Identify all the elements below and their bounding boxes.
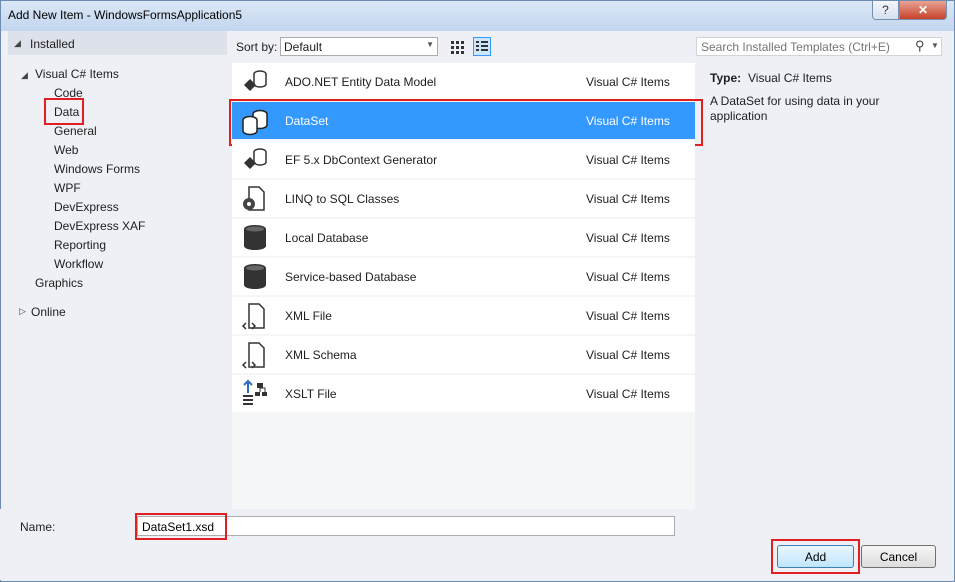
window-title: Add New Item - WindowsFormsApplication5 [8, 8, 243, 22]
help-icon: ? [882, 3, 889, 17]
xslt-icon [243, 379, 267, 405]
template-name: Service-based Database [285, 270, 417, 284]
close-icon: ✕ [917, 3, 929, 17]
list-view-button[interactable] [473, 37, 491, 56]
xml-file-icon [241, 342, 265, 369]
tree-item-wpf[interactable]: WPF [54, 181, 81, 195]
name-highlight-box [135, 513, 227, 540]
tree-item-general[interactable]: General [54, 124, 97, 138]
installed-label: Installed [30, 37, 75, 51]
tree-item-reporting[interactable]: Reporting [54, 238, 106, 252]
linq-icon [243, 186, 265, 211]
collapse-arrow-icon[interactable]: ◢ [14, 38, 21, 49]
tree-item-devexpress-xaf[interactable]: DevExpress XAF [54, 219, 145, 233]
template-name: Local Database [285, 231, 369, 245]
template-category: Visual C# Items [586, 270, 670, 284]
grid-view-icon [451, 41, 464, 54]
cancel-button[interactable]: Cancel [861, 545, 936, 568]
database-icon [244, 225, 266, 250]
template-name: XML Schema [285, 348, 357, 362]
template-item[interactable]: XML Schema Visual C# Items [232, 336, 695, 373]
entity-model-icon [244, 148, 267, 169]
template-category: Visual C# Items [586, 75, 670, 89]
sort-by-select[interactable]: Default ▼ [280, 37, 438, 56]
search-icon[interactable]: ⚲ [915, 38, 925, 54]
template-item[interactable]: LINQ to SQL Classes Visual C# Items [232, 180, 695, 217]
tree-item-graphics[interactable]: Graphics [35, 276, 83, 290]
template-name: LINQ to SQL Classes [285, 192, 400, 206]
detail-description: A DataSet for using data in your applica… [710, 94, 880, 123]
grid-view-button[interactable] [448, 37, 466, 56]
sort-by-label: Sort by: [236, 40, 278, 54]
sort-by-value: Default [284, 40, 323, 54]
template-category: Visual C# Items [586, 153, 670, 167]
template-item[interactable]: Local Database Visual C# Items [232, 219, 695, 256]
template-name: EF 5.x DbContext Generator [285, 153, 438, 167]
template-category: Visual C# Items [586, 309, 670, 323]
template-name: XML File [285, 309, 332, 323]
template-name: ADO.NET Entity Data Model [285, 75, 437, 89]
tree-item-visual-csharp-items[interactable]: Visual C# Items [35, 67, 119, 81]
chevron-down-icon[interactable]: ▼ [931, 41, 939, 50]
title-bar[interactable]: Add New Item - WindowsFormsApplication5 … [1, 1, 954, 31]
collapse-arrow-icon[interactable]: ◢ [21, 70, 28, 81]
tree-item-devexpress[interactable]: DevExpress [54, 200, 119, 214]
tree-item-web[interactable]: Web [54, 143, 78, 157]
template-item[interactable]: XSLT File Visual C# Items [232, 375, 695, 412]
template-category: Visual C# Items [586, 192, 670, 206]
detail-type-value: Visual C# Items [748, 71, 832, 85]
template-item[interactable]: XML File Visual C# Items [232, 297, 695, 334]
list-view-icon [476, 41, 488, 51]
template-item[interactable]: EF 5.x DbContext Generator Visual C# Ite… [232, 141, 695, 178]
add-highlight-box [771, 539, 860, 574]
expand-arrow-icon[interactable]: ▷ [19, 306, 26, 317]
tree-item-windows-forms[interactable]: Windows Forms [54, 162, 140, 176]
template-name: XSLT File [285, 387, 337, 401]
tree-item-workflow[interactable]: Workflow [54, 257, 103, 271]
entity-model-icon [244, 70, 267, 91]
search-input[interactable] [701, 39, 906, 54]
category-tree [8, 31, 227, 509]
template-category: Visual C# Items [586, 231, 670, 245]
template-item[interactable]: ADO.NET Entity Data Model Visual C# Item… [232, 63, 695, 100]
search-templates-box[interactable]: ⚲ ▼ [696, 37, 942, 56]
name-label: Name: [20, 520, 56, 534]
dataset-highlight-box [229, 99, 703, 146]
xml-file-icon [241, 303, 265, 330]
tree-item-online[interactable]: Online [31, 305, 66, 319]
detail-type-label: Type: [710, 71, 742, 85]
database-icon [244, 264, 266, 289]
template-category: Visual C# Items [586, 348, 670, 362]
help-button[interactable]: ? [872, 1, 899, 20]
template-category: Visual C# Items [586, 387, 670, 401]
installed-header[interactable]: ◢ Installed [8, 31, 227, 55]
template-item[interactable]: Service-based Database Visual C# Items [232, 258, 695, 295]
close-button[interactable]: ✕ [899, 1, 947, 20]
chevron-down-icon: ▼ [426, 40, 434, 49]
data-highlight-box [44, 98, 84, 125]
